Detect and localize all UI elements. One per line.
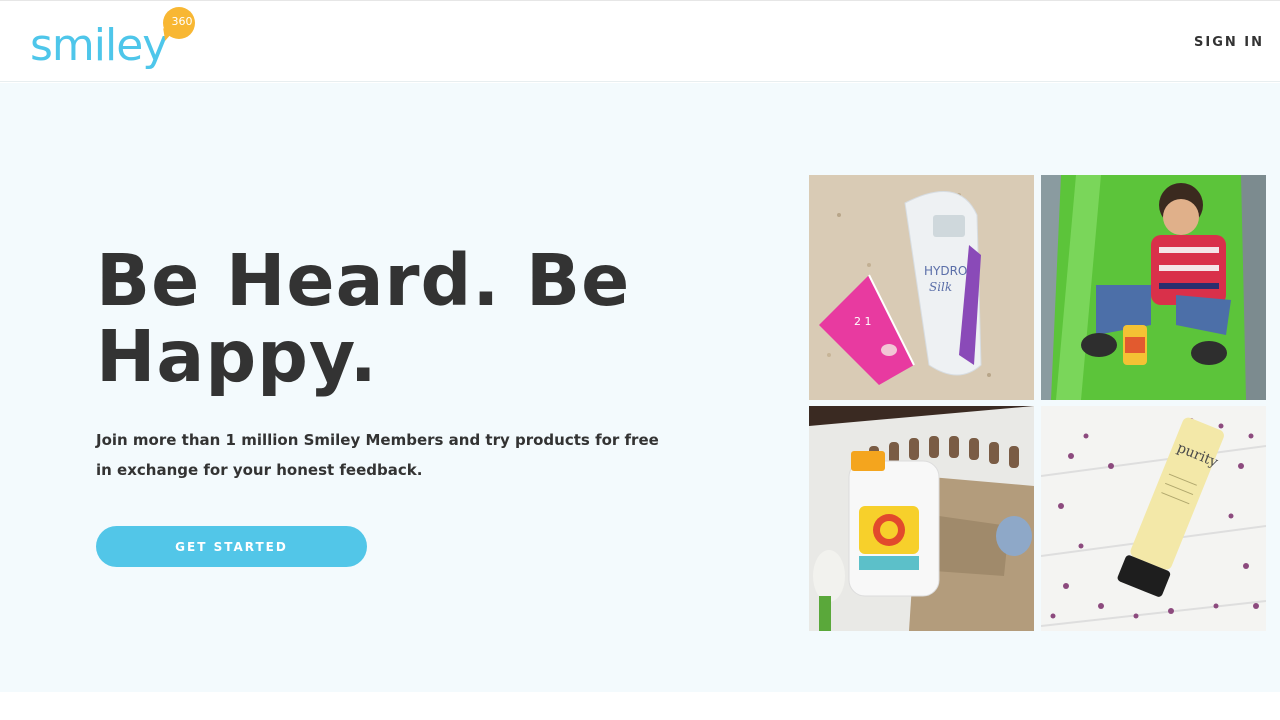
detergent-basket-image	[809, 406, 1034, 631]
top-navigation-bar: smiley 360 SIGN IN	[0, 0, 1280, 82]
hero-section: Be Heard. Be Happy. Join more than 1 mil…	[0, 83, 1280, 692]
toddler-slide-image	[1041, 175, 1266, 400]
svg-text:HYDRO: HYDRO	[924, 264, 967, 278]
logo-speech-bubble-badge: 360	[163, 7, 195, 39]
svg-text:Silk: Silk	[929, 280, 952, 294]
photo-toddler-on-slide	[1041, 175, 1266, 400]
hero-subtext: Join more than 1 million Smiley Members …	[96, 431, 659, 479]
sign-in-link[interactable]: SIGN IN	[1194, 35, 1264, 50]
purity-tube-image: purity	[1041, 406, 1266, 631]
product-photo-grid: HYDRO Silk 2 1 purity	[809, 175, 1266, 631]
photo-razor-on-sand: HYDRO Silk 2 1	[809, 175, 1034, 400]
smiley360-logo[interactable]: smiley 360	[30, 7, 200, 83]
svg-text:2 1: 2 1	[854, 315, 872, 328]
hero-headline: Be Heard. Be Happy.	[96, 239, 631, 398]
page-bottom-strip	[0, 692, 1280, 720]
get-started-button[interactable]: GET STARTED	[96, 526, 367, 567]
razor-sand-image: HYDRO Silk 2 1	[809, 175, 1034, 400]
photo-purity-tube-confetti: purity	[1041, 406, 1266, 631]
logo-wordmark: smiley	[30, 20, 168, 71]
photo-detergent-laundry-basket	[809, 406, 1034, 631]
